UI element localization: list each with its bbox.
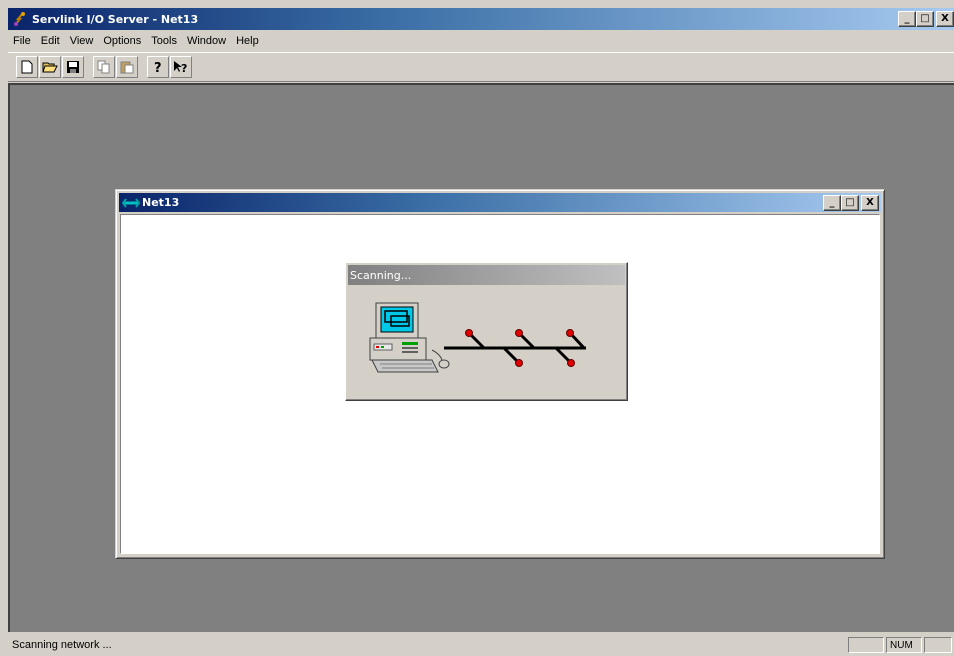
network-icon — [122, 197, 140, 208]
about-icon: ? — [154, 61, 162, 74]
svg-text:?: ? — [154, 61, 162, 74]
menu-help[interactable]: Help — [231, 35, 264, 47]
close-button[interactable]: X — [936, 11, 954, 27]
menu-file[interactable]: File — [8, 35, 36, 47]
save-button[interactable] — [62, 56, 84, 78]
scanning-dialog: Scanning... — [345, 262, 628, 401]
child-minimize-button[interactable]: _ — [823, 195, 841, 211]
svg-text:?: ? — [181, 62, 187, 74]
status-panel-caps — [848, 637, 884, 653]
scanning-dialog-title: Scanning... — [348, 265, 625, 285]
screen-top-edge — [0, 0, 954, 8]
child-close-button[interactable]: X — [861, 195, 879, 211]
copy-icon — [97, 60, 110, 74]
network-scan-icon — [369, 302, 586, 373]
app-title-bar[interactable]: Servlink I/O Server - Net13 _ □ X — [8, 8, 954, 30]
paste-icon — [120, 61, 134, 74]
minimize-button[interactable]: _ — [898, 11, 916, 27]
menu-tools[interactable]: Tools — [146, 35, 182, 47]
app-title: Servlink I/O Server - Net13 — [32, 12, 199, 26]
status-text: Scanning network ... — [12, 639, 112, 651]
toolbar: ? ? — [8, 52, 954, 82]
child-window-controls: _ □ X — [823, 195, 879, 211]
save-icon — [67, 61, 79, 73]
child-title-bar[interactable]: Net13 _ □ X — [119, 193, 881, 212]
menu-window[interactable]: Window — [182, 35, 231, 47]
menu-bar: File Edit View Options Tools Window Help — [8, 31, 954, 51]
status-panel-scroll — [924, 637, 952, 653]
context-help-button[interactable]: ? — [170, 56, 192, 78]
new-icon — [21, 60, 33, 74]
app-window-controls: _ □ X — [898, 11, 954, 27]
open-button[interactable] — [39, 56, 61, 78]
child-title: Net13 — [142, 196, 180, 209]
paste-button[interactable] — [116, 56, 138, 78]
menu-view[interactable]: View — [65, 35, 99, 47]
menu-options[interactable]: Options — [98, 35, 146, 47]
copy-button[interactable] — [93, 56, 115, 78]
child-maximize-button[interactable]: □ — [841, 195, 859, 211]
menu-edit[interactable]: Edit — [36, 35, 65, 47]
servlink-app-icon — [14, 12, 25, 26]
status-bar: Scanning network ... NUM — [8, 634, 954, 656]
new-button[interactable] — [16, 56, 38, 78]
context-help-icon: ? — [174, 61, 187, 74]
maximize-button[interactable]: □ — [916, 11, 934, 27]
status-panel-num: NUM — [886, 637, 922, 653]
about-button[interactable]: ? — [147, 56, 169, 78]
open-icon — [42, 62, 58, 73]
